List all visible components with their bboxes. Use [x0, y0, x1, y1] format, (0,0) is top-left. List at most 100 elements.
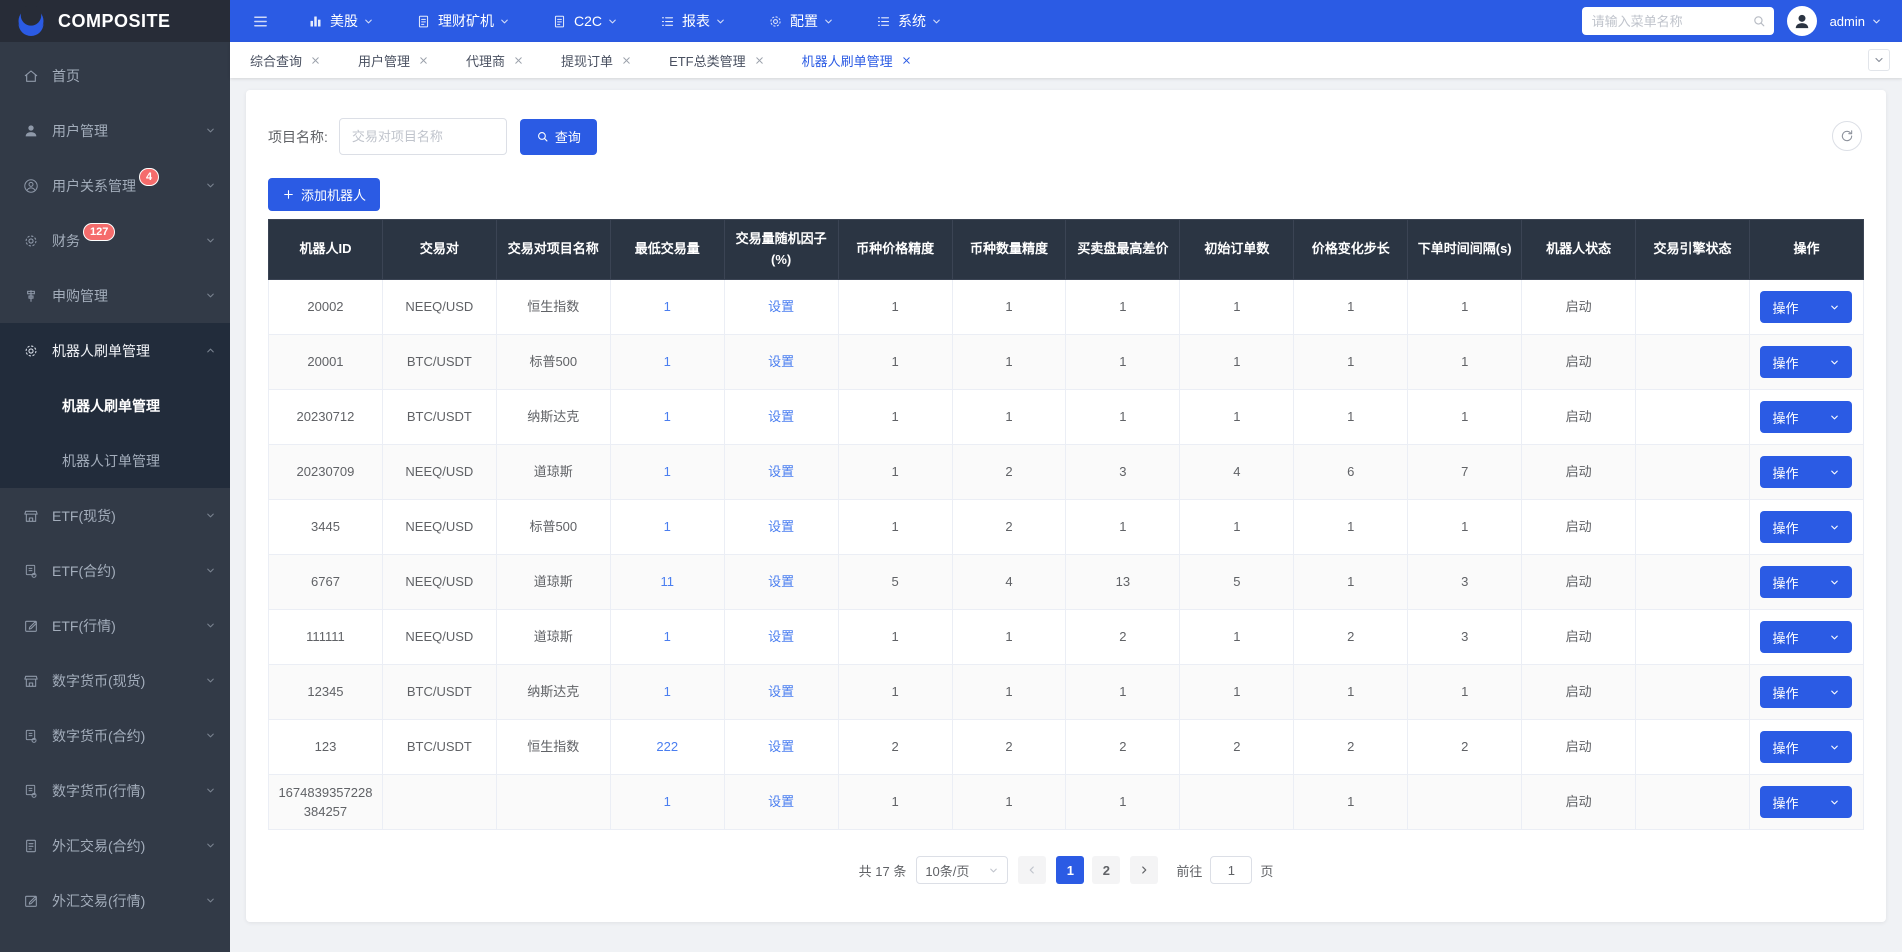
- set-link[interactable]: 设置: [768, 464, 794, 479]
- cell-robot-id: 12345: [268, 664, 383, 720]
- tab-3[interactable]: 代理商: [466, 51, 524, 70]
- sidebar-item-10[interactable]: 数字货币(现货): [0, 653, 230, 708]
- topnav-menu-6[interactable]: 系统: [855, 0, 963, 42]
- close-icon[interactable]: [513, 55, 524, 66]
- avatar[interactable]: [1786, 6, 1817, 36]
- sidebar-item-6[interactable]: 机器人刷单管理: [0, 323, 230, 378]
- sidebar-subitem-2[interactable]: 机器人订单管理: [0, 433, 230, 488]
- cell-price-step: 2: [1293, 719, 1409, 775]
- row-action-button[interactable]: 操作: [1760, 511, 1853, 543]
- set-link[interactable]: 设置: [768, 629, 794, 644]
- tab-4[interactable]: 提现订单: [561, 51, 632, 70]
- tabs-dropdown-button[interactable]: [1868, 49, 1890, 71]
- close-icon[interactable]: [754, 55, 765, 66]
- row-action-button[interactable]: 操作: [1760, 401, 1853, 433]
- page-button-1[interactable]: 1: [1056, 856, 1085, 884]
- cell-min-volume: 1: [609, 444, 725, 500]
- close-icon[interactable]: [621, 55, 632, 66]
- chevron-down-icon: [205, 785, 216, 796]
- cell-value: 1: [1461, 684, 1469, 700]
- goto-page-input[interactable]: [1210, 856, 1253, 884]
- tab-2[interactable]: 用户管理: [358, 51, 429, 70]
- cell-value: 1: [1233, 409, 1241, 425]
- cell-robot-status: 启动: [1521, 334, 1637, 390]
- row-action-button[interactable]: 操作: [1760, 731, 1853, 763]
- set-link[interactable]: 设置: [768, 354, 794, 369]
- sidebar-item-2[interactable]: 用户管理: [0, 103, 230, 158]
- set-link[interactable]: 设置: [768, 794, 794, 809]
- next-page-button[interactable]: [1130, 856, 1159, 884]
- cell-value: 6: [1347, 464, 1355, 480]
- cell-qty-precision: 1: [951, 609, 1067, 665]
- menu-search-input[interactable]: [1581, 7, 1774, 35]
- set-link[interactable]: 设置: [768, 299, 794, 314]
- tab-1[interactable]: 综合查询: [250, 51, 321, 70]
- cell-order-interval: 7: [1407, 444, 1523, 500]
- cell-max-spread: 2: [1065, 719, 1181, 775]
- close-icon[interactable]: [901, 55, 912, 66]
- sidebar-item-13[interactable]: 外汇交易(合约): [0, 818, 230, 873]
- sidebar-item-9[interactable]: ETF(行情): [0, 598, 230, 653]
- tab-6[interactable]: 机器人刷单管理: [802, 51, 912, 70]
- sidebar-item-14[interactable]: 外汇交易(行情): [0, 873, 230, 928]
- doc-icon: [23, 838, 39, 854]
- sidebar-subitem-1[interactable]: 机器人刷单管理: [0, 378, 230, 433]
- sidebar-item-5[interactable]: 申购管理: [0, 268, 230, 323]
- sidebar-item-12[interactable]: 数字货币(行情): [0, 763, 230, 818]
- topnav-menu-2[interactable]: 理财矿机: [395, 0, 531, 42]
- topnav-menu-3[interactable]: C2C: [531, 0, 639, 42]
- sidebar-item-4[interactable]: 财务 127: [0, 213, 230, 268]
- table-header-row: 机器人ID 交易对 交易对项目名称 最低交易量 交易量随机因子(%) 币种价格精度 币种数量…: [268, 219, 1865, 280]
- brand-name: COMPOSITE: [58, 10, 171, 31]
- cell-random-factor: 设置: [723, 389, 839, 445]
- sidebar-item-1[interactable]: 首页: [0, 48, 230, 103]
- page-size-select[interactable]: 10条/页: [916, 856, 1009, 884]
- topnav-menu-1[interactable]: 美股: [287, 0, 395, 42]
- page-button-2[interactable]: 2: [1092, 856, 1121, 884]
- row-action-button[interactable]: 操作: [1760, 621, 1853, 653]
- set-link[interactable]: 设置: [768, 519, 794, 534]
- chevron-down-icon: [205, 290, 216, 301]
- set-link[interactable]: 设置: [768, 574, 794, 589]
- cell-pair: NEEQ/USD: [381, 499, 497, 555]
- tab-label: 代理商: [466, 53, 506, 69]
- row-action-button[interactable]: 操作: [1760, 291, 1853, 323]
- chevron-down-icon: [1873, 54, 1885, 66]
- chevron-down-icon: [205, 895, 216, 906]
- cell-action: 操作: [1748, 444, 1865, 500]
- sidebar-item-8[interactable]: ETF(合约): [0, 543, 230, 598]
- cell-order-interval: [1407, 774, 1523, 830]
- row-action-button[interactable]: 操作: [1760, 676, 1853, 708]
- query-button[interactable]: 查询: [519, 118, 597, 155]
- close-icon[interactable]: [310, 55, 321, 66]
- tab-5[interactable]: ETF总类管理: [669, 51, 765, 70]
- cell-action: 操作: [1748, 719, 1865, 775]
- row-action-button[interactable]: 操作: [1760, 786, 1853, 818]
- set-link[interactable]: 设置: [768, 739, 794, 754]
- column-header: 初始订单数: [1179, 219, 1295, 280]
- row-action-button[interactable]: 操作: [1760, 456, 1853, 488]
- add-robot-button[interactable]: 添加机器人: [268, 178, 381, 211]
- user-menu[interactable]: admin: [1830, 14, 1882, 29]
- cell-value: 标普500: [529, 519, 578, 535]
- cell-price-step: 1: [1293, 279, 1409, 335]
- close-icon[interactable]: [418, 55, 429, 66]
- sidebar-item-3[interactable]: 用户关系管理 4: [0, 158, 230, 213]
- cell-value: 1: [1461, 354, 1469, 370]
- project-name-input[interactable]: [338, 118, 507, 155]
- topnav-menu-5[interactable]: 配置: [747, 0, 855, 42]
- list-icon: [660, 14, 675, 29]
- sidebar-item-11[interactable]: 数字货币(合约): [0, 708, 230, 763]
- sidebar-item-7[interactable]: ETF(现货): [0, 488, 230, 543]
- sidebar-item-label: 外汇交易(合约): [52, 837, 146, 854]
- row-action-button[interactable]: 操作: [1760, 346, 1853, 378]
- row-action-button[interactable]: 操作: [1760, 566, 1853, 598]
- topnav-menu-4[interactable]: 报表: [639, 0, 747, 42]
- row-action-label: 操作: [1772, 575, 1799, 591]
- sidebar-toggle-button[interactable]: [230, 0, 287, 42]
- prev-page-button[interactable]: [1018, 856, 1047, 884]
- set-link[interactable]: 设置: [768, 684, 794, 699]
- set-link[interactable]: 设置: [768, 409, 794, 424]
- chevron-down-icon: [1871, 16, 1882, 27]
- refresh-button[interactable]: [1832, 121, 1862, 151]
